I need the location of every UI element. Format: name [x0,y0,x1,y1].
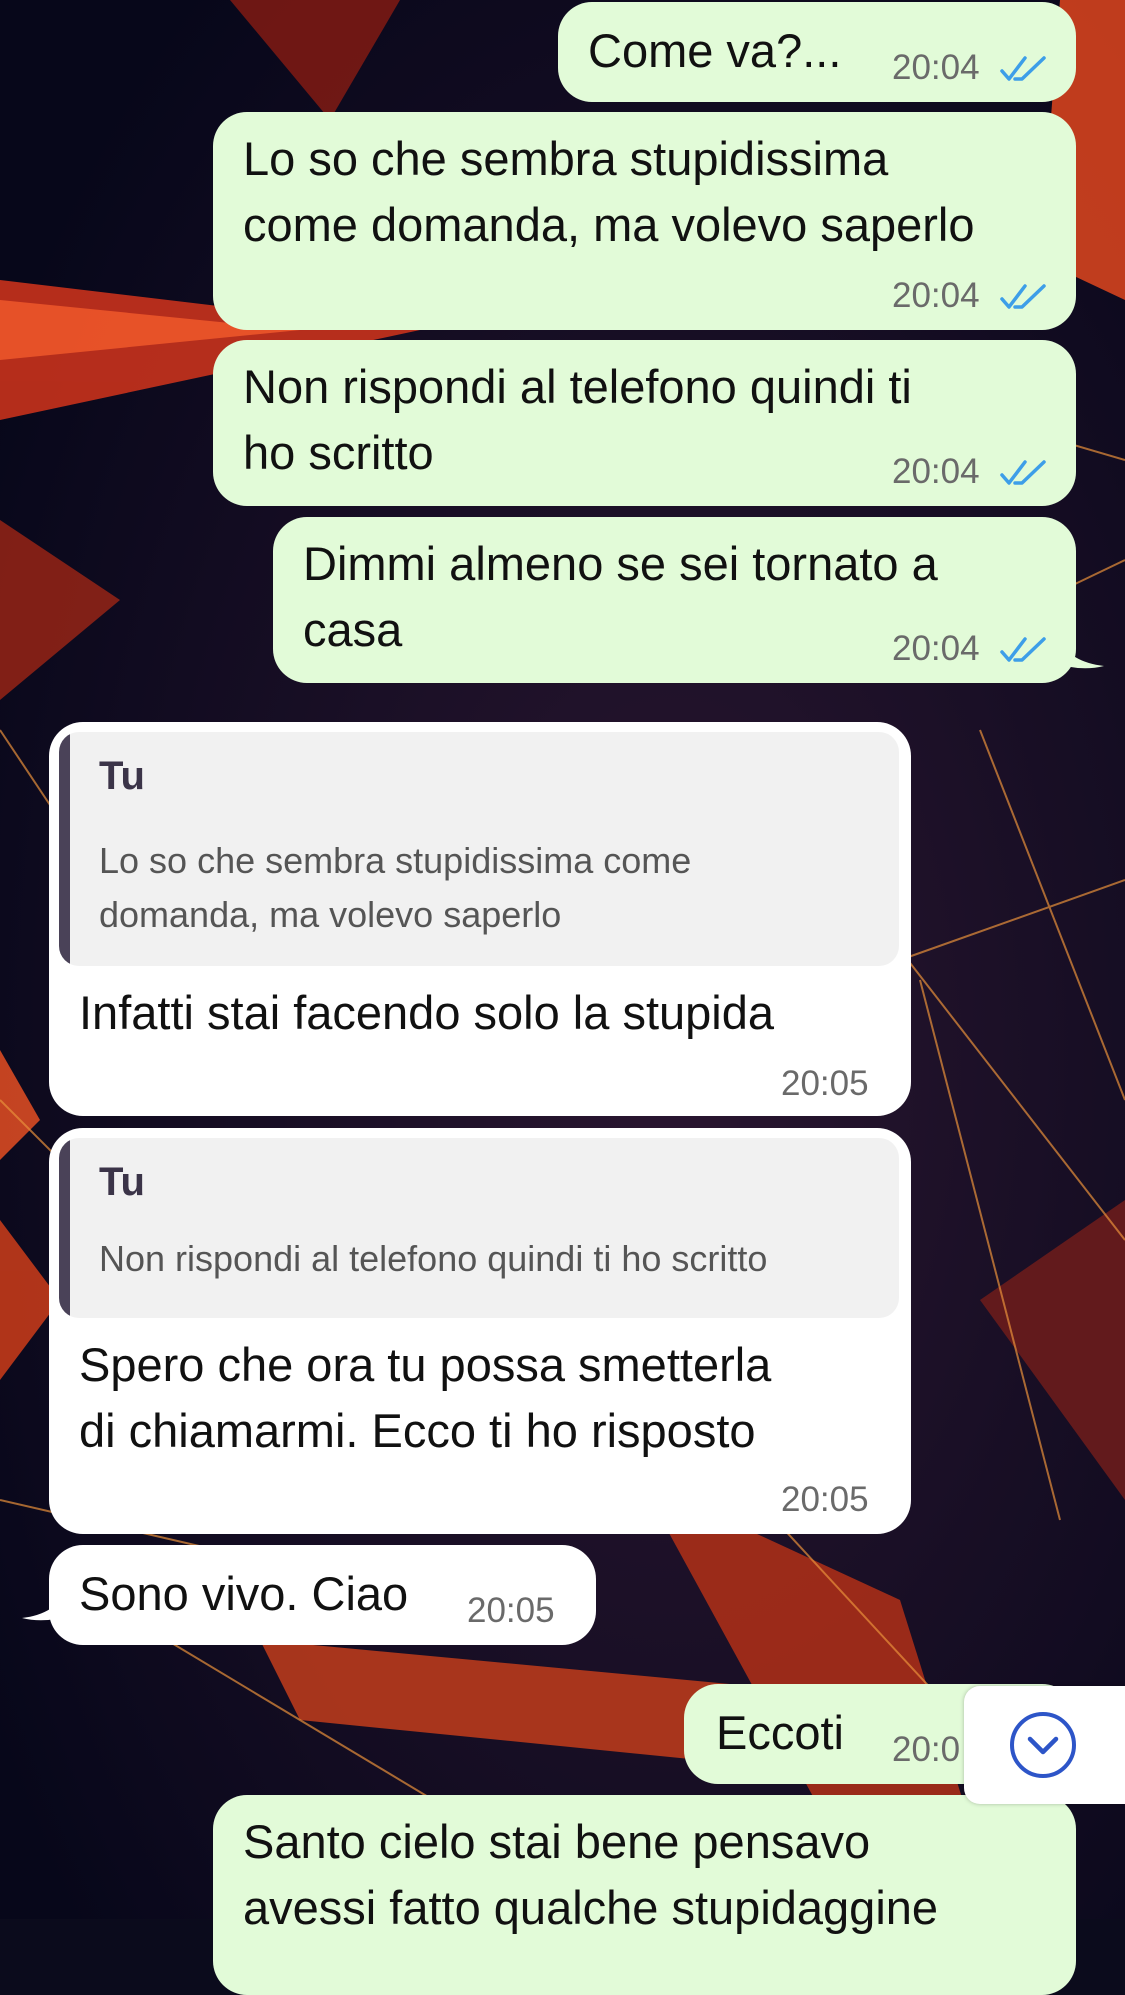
quote-text: Non rispondi al telefono quindi ti ho sc… [99,1238,768,1279]
message-text: Dimmi almeno se sei tornato a casa [303,537,938,656]
message-time: 20:05 [781,1480,869,1519]
message-text: Infatti stai facendo solo la stupida [79,986,774,1039]
incoming-message[interactable]: Tu Lo so che sembra stupidissima come do… [49,722,911,1116]
quote-author: Tu [99,754,145,798]
message-time: 20:0 [892,1730,961,1769]
message-time: 20:04 [892,48,980,87]
read-receipt-icon [1000,284,1046,309]
quoted-message[interactable]: Tu Non rispondi al telefono quindi ti ho… [59,1138,899,1318]
outgoing-message[interactable]: Santo cielo stai bene pensavo avessi fat… [213,1795,1076,1995]
message-text: Come va?... [588,24,842,77]
quoted-message[interactable]: Tu Lo so che sembra stupidissima come do… [59,732,899,966]
message-time: 20:05 [781,1064,869,1103]
quote-author: Tu [99,1160,145,1204]
outgoing-message[interactable]: Dimmi almeno se sei tornato a casa 20:04 [273,517,1076,683]
message-time: 20:04 [892,629,980,668]
message-text: Eccoti [716,1706,844,1759]
read-receipt-icon [1000,637,1046,662]
scroll-to-bottom-button[interactable] [964,1686,1125,1804]
quote-text: Lo so che sembra stupidissima come doman… [99,840,692,935]
quote-bar [59,1138,70,1318]
message-time: 20:04 [892,452,980,491]
outgoing-message[interactable]: Come va?... 20:04 [558,2,1076,102]
incoming-message[interactable]: Tu Non rispondi al telefono quindi ti ho… [49,1128,911,1534]
message-text: Non rispondi al telefono quindi ti ho sc… [243,360,912,479]
message-text: Spero che ora tu possa smetterla di chia… [79,1338,772,1457]
read-receipt-icon [1000,460,1046,485]
message-time: 20:04 [892,276,980,315]
message-time: 20:05 [467,1591,555,1630]
read-receipt-icon [1000,56,1046,81]
message-text: Sono vivo. Ciao [79,1567,409,1620]
message-text: Lo so che sembra stupidissima come doman… [243,132,975,251]
incoming-message[interactable]: Sono vivo. Ciao 20:05 [49,1545,596,1645]
outgoing-message[interactable]: Non rispondi al telefono quindi ti ho sc… [213,340,1076,506]
quote-bar [59,732,70,966]
message-text: Santo cielo stai bene pensavo avessi fat… [243,1815,939,1934]
chevron-down-circle-icon [1010,1712,1076,1778]
outgoing-message[interactable]: Lo so che sembra stupidissima come doman… [213,112,1076,330]
